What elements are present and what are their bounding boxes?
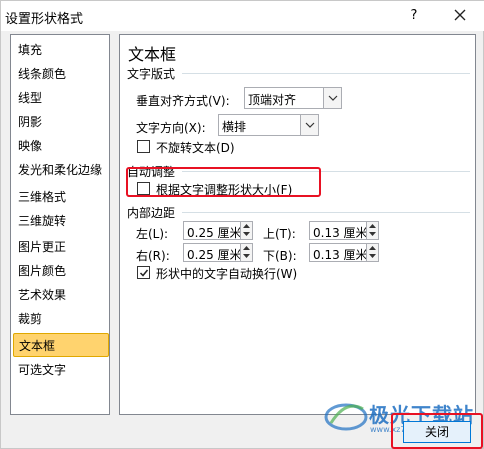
annotation-highlight	[391, 413, 483, 449]
internal-margins-heading: 内部边距	[127, 206, 176, 220]
sidebar-item-fill[interactable]: 填充	[13, 38, 109, 62]
separator	[182, 212, 470, 213]
sidebar-item-text-box[interactable]: 文本框	[13, 333, 109, 357]
separator	[182, 73, 470, 74]
sidebar-item-shadow[interactable]: 阴影	[13, 110, 109, 134]
panel-title: 文本框	[128, 45, 177, 64]
sidebar-item-picture-corrections[interactable]: 图片更正	[13, 235, 109, 259]
spin-down-icon[interactable]	[241, 252, 252, 260]
spin-buttons	[366, 244, 378, 261]
bottom-margin-input[interactable]: 0.13 厘米	[309, 243, 379, 262]
top-margin-value: 0.13 厘米	[313, 226, 368, 240]
sidebar-item-glow-soft-edges[interactable]: 发光和柔化边缘	[13, 158, 109, 182]
spin-buttons	[240, 244, 252, 261]
chevron-down-icon[interactable]	[323, 88, 341, 108]
spin-up-icon[interactable]	[241, 244, 252, 252]
text-box-panel: 文本框 文字版式 垂直对齐方式(V): 顶端对齐 文字方向(X): 横排 不旋转…	[119, 34, 476, 415]
format-shape-dialog: 设置形状格式 ? 填充 线条颜色 线型 阴影 映像 发光和柔化边缘 三维格式 三…	[0, 0, 484, 449]
help-button[interactable]: ?	[403, 5, 425, 27]
category-list: 填充 线条颜色 线型 阴影 映像 发光和柔化边缘 三维格式 三维旋转 图片更正 …	[10, 34, 110, 415]
bottom-margin-value: 0.13 厘米	[313, 248, 368, 262]
vertical-align-select[interactable]: 顶端对齐	[244, 87, 342, 109]
sidebar-item-reflection[interactable]: 映像	[13, 134, 109, 158]
spin-down-icon[interactable]	[367, 252, 378, 260]
no-rotate-label[interactable]: 不旋转文本(D)	[156, 139, 235, 156]
sidebar-item-3d-rotation[interactable]: 三维旋转	[13, 209, 109, 233]
right-margin-input[interactable]: 0.25 厘米	[183, 243, 253, 262]
sidebar-item-3d-format[interactable]: 三维格式	[13, 185, 109, 209]
spin-down-icon[interactable]	[367, 230, 378, 238]
spin-up-icon[interactable]	[241, 222, 252, 230]
title-bar: 设置形状格式 ?	[1, 1, 484, 31]
top-margin-label: 上(T):	[263, 227, 296, 241]
spin-buttons	[366, 222, 378, 239]
spin-buttons	[240, 222, 252, 239]
vertical-align-label: 垂直对齐方式(V):	[136, 94, 230, 108]
text-direction-select[interactable]: 横排	[218, 114, 319, 136]
sidebar-item-crop[interactable]: 裁剪	[13, 307, 109, 331]
text-direction-label: 文字方向(X):	[136, 121, 206, 135]
top-margin-input[interactable]: 0.13 厘米	[309, 221, 379, 240]
dialog-title: 设置形状格式	[5, 12, 84, 27]
chevron-down-icon[interactable]	[300, 115, 318, 135]
spin-up-icon[interactable]	[367, 222, 378, 230]
wrap-text-checkbox[interactable]	[137, 266, 150, 279]
no-rotate-checkbox[interactable]	[137, 140, 150, 153]
bottom-margin-label: 下(B):	[263, 249, 297, 263]
left-margin-label: 左(L):	[136, 227, 169, 241]
left-margin-input[interactable]: 0.25 厘米	[183, 221, 253, 240]
right-margin-label: 右(R):	[136, 249, 170, 263]
text-layout-heading: 文字版式	[127, 67, 176, 81]
close-window-icon[interactable]	[449, 4, 471, 26]
right-margin-value: 0.25 厘米	[187, 248, 242, 262]
sidebar-item-artistic-effects[interactable]: 艺术效果	[13, 283, 109, 307]
left-margin-value: 0.25 厘米	[187, 226, 242, 240]
wrap-text-label[interactable]: 形状中的文字自动换行(W)	[156, 265, 297, 282]
spin-up-icon[interactable]	[367, 244, 378, 252]
spin-down-icon[interactable]	[241, 230, 252, 238]
vertical-align-value: 顶端对齐	[248, 93, 297, 107]
text-direction-value: 横排	[222, 120, 247, 134]
sidebar-item-line-style[interactable]: 线型	[13, 86, 109, 110]
checkmark-icon	[139, 269, 149, 277]
sidebar-item-line-color[interactable]: 线条颜色	[13, 62, 109, 86]
sidebar-item-alt-text[interactable]: 可选文字	[13, 358, 109, 382]
sidebar-item-picture-color[interactable]: 图片颜色	[13, 259, 109, 283]
watermark-logo-icon	[324, 403, 368, 431]
annotation-highlight	[126, 167, 321, 197]
